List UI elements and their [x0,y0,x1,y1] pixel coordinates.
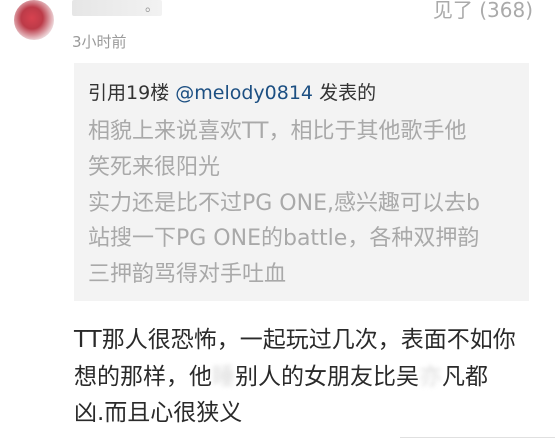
quote-line: 实力还是比不过PG ONE,感兴趣可以去b [88,191,480,216]
quote-mention-link[interactable]: @melody0814 [175,82,313,104]
divider [400,437,555,438]
reply-text: 凡都 [442,364,488,390]
quote-line: 笑死来很阳光 [88,155,221,180]
reply-line: TT那人很恐怖，一起玩过几次，表面不如你 [74,327,516,353]
quote-suffix: 发表的 [319,82,377,104]
post-timestamp: 3小时前 [72,33,127,51]
quote-header: 引用19楼 @melody0814 发表的 [88,78,376,105]
reply-line: 凶.而且心很狭义 [74,400,243,426]
reply-text: 别人的女朋友比吴 [235,364,419,390]
reply-text: 想的那样，他 [74,364,212,390]
quote-line: 三押韵骂得对手吐血 [88,262,287,287]
reply-line: 想的那样，他睡别人的女朋友比吴亦凡都 [74,357,488,391]
quote-block: 引用19楼 @melody0814 发表的 相貌上来说喜欢TT，相比于其他歌手他… [74,63,529,301]
redacted-text: 亦 [419,364,442,390]
quote-floor: 19楼 [126,82,170,104]
quote-prefix: 引用 [88,82,127,104]
redacted-text: 睡 [212,364,235,390]
quote-line: 站搜一下PG ONE的battle，各种双押韵 [88,226,480,251]
quote-line: 相貌上来说喜欢TT，相比于其他歌手他 [88,119,467,144]
user-avatar[interactable] [14,0,54,40]
username-tail: 。 [145,0,159,15]
view-count[interactable]: 见了 (368) [433,0,533,23]
